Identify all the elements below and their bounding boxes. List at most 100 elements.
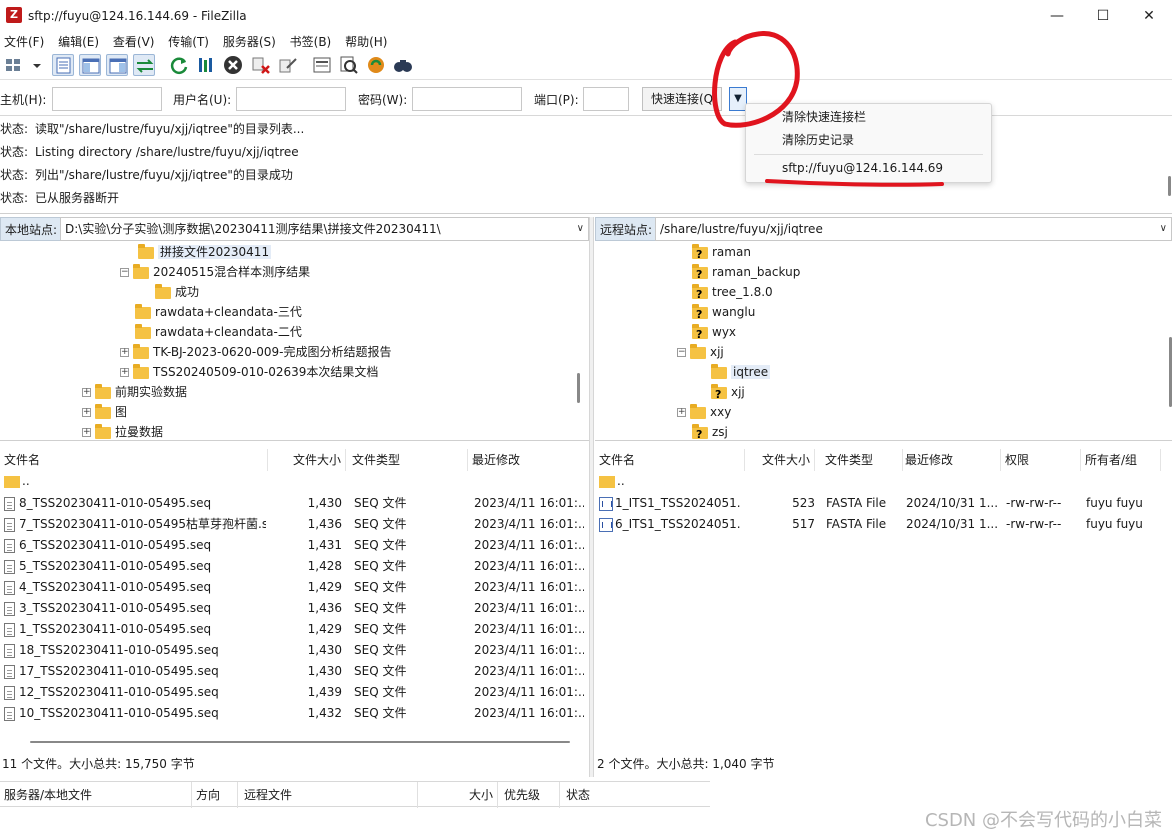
column-filetype[interactable]: 文件类型	[821, 449, 903, 471]
local-list-hscrollbar[interactable]	[30, 741, 570, 743]
tree-node[interactable]: + 前期实验数据	[82, 382, 187, 402]
local-tree-toggle-icon[interactable]	[79, 54, 101, 76]
disconnect-icon[interactable]	[250, 54, 272, 76]
table-row[interactable]: 10_TSS20230411-010-05495.seq 1,432 SEQ 文件 2…	[4, 703, 589, 724]
message-log-toggle-icon[interactable]	[52, 54, 74, 76]
list-item[interactable]: ..	[599, 471, 1172, 492]
tree-node[interactable]: raman	[692, 242, 751, 265]
collapse-icon[interactable]: −	[120, 268, 129, 277]
quickconnect-button[interactable]: 快速连接(Q)	[642, 87, 722, 111]
tree-node[interactable]: rawdata+cleandata-三代	[135, 302, 302, 322]
expand-icon[interactable]: +	[82, 388, 91, 397]
column-filename[interactable]: 文件名	[595, 449, 745, 471]
collapse-icon[interactable]: −	[677, 348, 686, 357]
close-button[interactable]: ✕	[1126, 0, 1172, 32]
tree-node[interactable]: tree_1.8.0	[692, 282, 773, 305]
table-row[interactable]: 4_TSS20230411-010-05495.seq 1,429 SEQ 文件 20…	[4, 577, 589, 598]
queue-col-status[interactable]: 状态	[562, 782, 710, 808]
chevron-down-icon[interactable]: ∨	[577, 218, 584, 240]
tree-node[interactable]: −20240515混合样本测序结果	[120, 262, 310, 282]
maximize-button[interactable]: ☐	[1080, 0, 1126, 32]
column-permissions[interactable]: 权限	[1001, 449, 1081, 471]
column-modified[interactable]: 最近修改	[468, 449, 589, 471]
process-queue-icon[interactable]	[195, 54, 217, 76]
tree-node[interactable]: + xxy	[677, 402, 731, 422]
column-owner[interactable]: 所有者/组	[1081, 449, 1161, 471]
menu-view[interactable]: 查看(V)	[109, 32, 161, 52]
tree-node[interactable]: + 图	[82, 402, 127, 422]
sync-browse-icon[interactable]	[365, 54, 387, 76]
table-row[interactable]: 1_TSS20230411-010-05495.seq 1,429 SEQ 文件 20…	[4, 619, 589, 640]
pane-splitter[interactable]	[589, 217, 594, 777]
filter-icon[interactable]	[311, 54, 333, 76]
search-icon[interactable]	[392, 54, 414, 76]
tree-node[interactable]: + TSS20240509-010-02639本次结果文档	[120, 362, 378, 382]
chevron-down-icon[interactable]: ∨	[1160, 218, 1167, 240]
menu-item-history-entry[interactable]: sftp://fuyu@124.16.144.69	[782, 161, 943, 175]
queue-col-priority[interactable]: 优先级	[500, 782, 560, 808]
tree-node[interactable]: − xjj	[677, 342, 724, 362]
tree-node[interactable]: 拼接文件20230411	[138, 242, 272, 262]
tree-node[interactable]: wanglu	[692, 302, 755, 325]
compare-icon[interactable]	[338, 54, 360, 76]
menu-edit[interactable]: 编辑(E)	[54, 32, 105, 52]
expand-icon[interactable]: +	[120, 348, 129, 357]
site-dropdown-icon[interactable]	[26, 54, 41, 76]
host-input[interactable]	[52, 87, 162, 111]
tree-node[interactable]: wyx	[692, 322, 736, 345]
password-input[interactable]	[412, 87, 522, 111]
expand-icon[interactable]: +	[82, 408, 91, 417]
remote-path-input[interactable]: /share/lustre/fuyu/xjj/iqtree ∨	[655, 217, 1172, 241]
table-row[interactable]: 3_TSS20230411-010-05495.seq 1,436 SEQ 文件 20…	[4, 598, 589, 619]
column-filesize[interactable]: 文件大小	[745, 449, 815, 471]
table-row[interactable]: 8_TSS20230411-010-05495.seq 1,430 SEQ 文件 20…	[4, 493, 589, 514]
queue-col-remote-file[interactable]: 远程文件	[240, 782, 418, 808]
table-row[interactable]: 6_TSS20230411-010-05495.seq 1,431 SEQ 文件 20…	[4, 535, 589, 556]
log-scrollbar[interactable]	[1168, 176, 1171, 196]
menu-item-clear-quickconnect[interactable]: 清除快速连接栏	[782, 108, 866, 125]
remote-tree-toggle-icon[interactable]	[106, 54, 128, 76]
minimize-button[interactable]: —	[1034, 0, 1080, 32]
table-row[interactable]: 1_ITS1_TSS2024051... 523 FASTA File 2024/10…	[599, 493, 1172, 514]
expand-icon[interactable]: +	[120, 368, 129, 377]
tree-node[interactable]: raman_backup	[692, 262, 800, 285]
reconnect-icon[interactable]	[277, 54, 299, 76]
menu-bookmarks[interactable]: 书签(B)	[286, 32, 338, 52]
queue-col-direction[interactable]: 方向	[192, 782, 238, 808]
menu-item-clear-history[interactable]: 清除历史记录	[782, 131, 854, 148]
port-input[interactable]	[583, 87, 629, 111]
table-row[interactable]: 17_TSS20230411-010-05495.seq 1,430 SEQ 文件 2…	[4, 661, 589, 682]
queue-col-size[interactable]: 大小	[418, 782, 498, 808]
column-filetype[interactable]: 文件类型	[348, 449, 468, 471]
column-filename[interactable]: 文件名	[0, 449, 268, 471]
column-filesize[interactable]: 文件大小	[268, 449, 346, 471]
username-input[interactable]	[236, 87, 346, 111]
table-row[interactable]: 7_TSS20230411-010-05495枯草芽孢杆菌.s... 1,436 S…	[4, 514, 589, 535]
site-manager-icon[interactable]	[4, 54, 26, 76]
expand-icon[interactable]: +	[677, 408, 686, 417]
tree-node[interactable]: 成功	[155, 282, 199, 302]
queue-col-local-file[interactable]: 服务器/本地文件	[0, 782, 192, 808]
table-row[interactable]: 5_TSS20230411-010-05495.seq 1,428 SEQ 文件 20…	[4, 556, 589, 577]
menu-server[interactable]: 服务器(S)	[219, 32, 282, 52]
transfer-queue-toggle-icon[interactable]	[133, 54, 155, 76]
expand-icon[interactable]: +	[82, 428, 91, 437]
local-path-input[interactable]: D:\实验\分子实验\测序数据\20230411测序结果\拼接文件2023041…	[60, 217, 589, 241]
column-modified[interactable]: 最近修改	[901, 449, 1001, 471]
table-row[interactable]: 12_TSS20230411-010-05495.seq 1,439 SEQ 文件 2…	[4, 682, 589, 703]
local-tree-scrollbar[interactable]	[577, 373, 580, 403]
tree-node[interactable]: zsj	[692, 422, 728, 440]
cancel-icon[interactable]	[222, 54, 244, 76]
menu-file[interactable]: 文件(F)	[0, 32, 50, 52]
tree-node[interactable]: iqtree	[711, 362, 771, 382]
table-row[interactable]: 18_TSS20230411-010-05495.seq 1,430 SEQ 文件 2…	[4, 640, 589, 661]
refresh-icon[interactable]	[168, 54, 190, 76]
tree-node[interactable]: + 拉曼数据	[82, 422, 163, 440]
tree-node[interactable]: + TK-BJ-2023-0620-009-完成图分析结题报告	[120, 342, 392, 362]
tree-node[interactable]: rawdata+cleandata-二代	[135, 322, 302, 342]
list-item[interactable]: ..	[4, 471, 589, 492]
menu-help[interactable]: 帮助(H)	[341, 32, 393, 52]
menu-transfer[interactable]: 传输(T)	[164, 32, 215, 52]
tree-node[interactable]: xjj	[711, 382, 745, 405]
table-row[interactable]: 6_ITS1_TSS2024051... 517 FASTA File 2024/10…	[599, 514, 1172, 535]
